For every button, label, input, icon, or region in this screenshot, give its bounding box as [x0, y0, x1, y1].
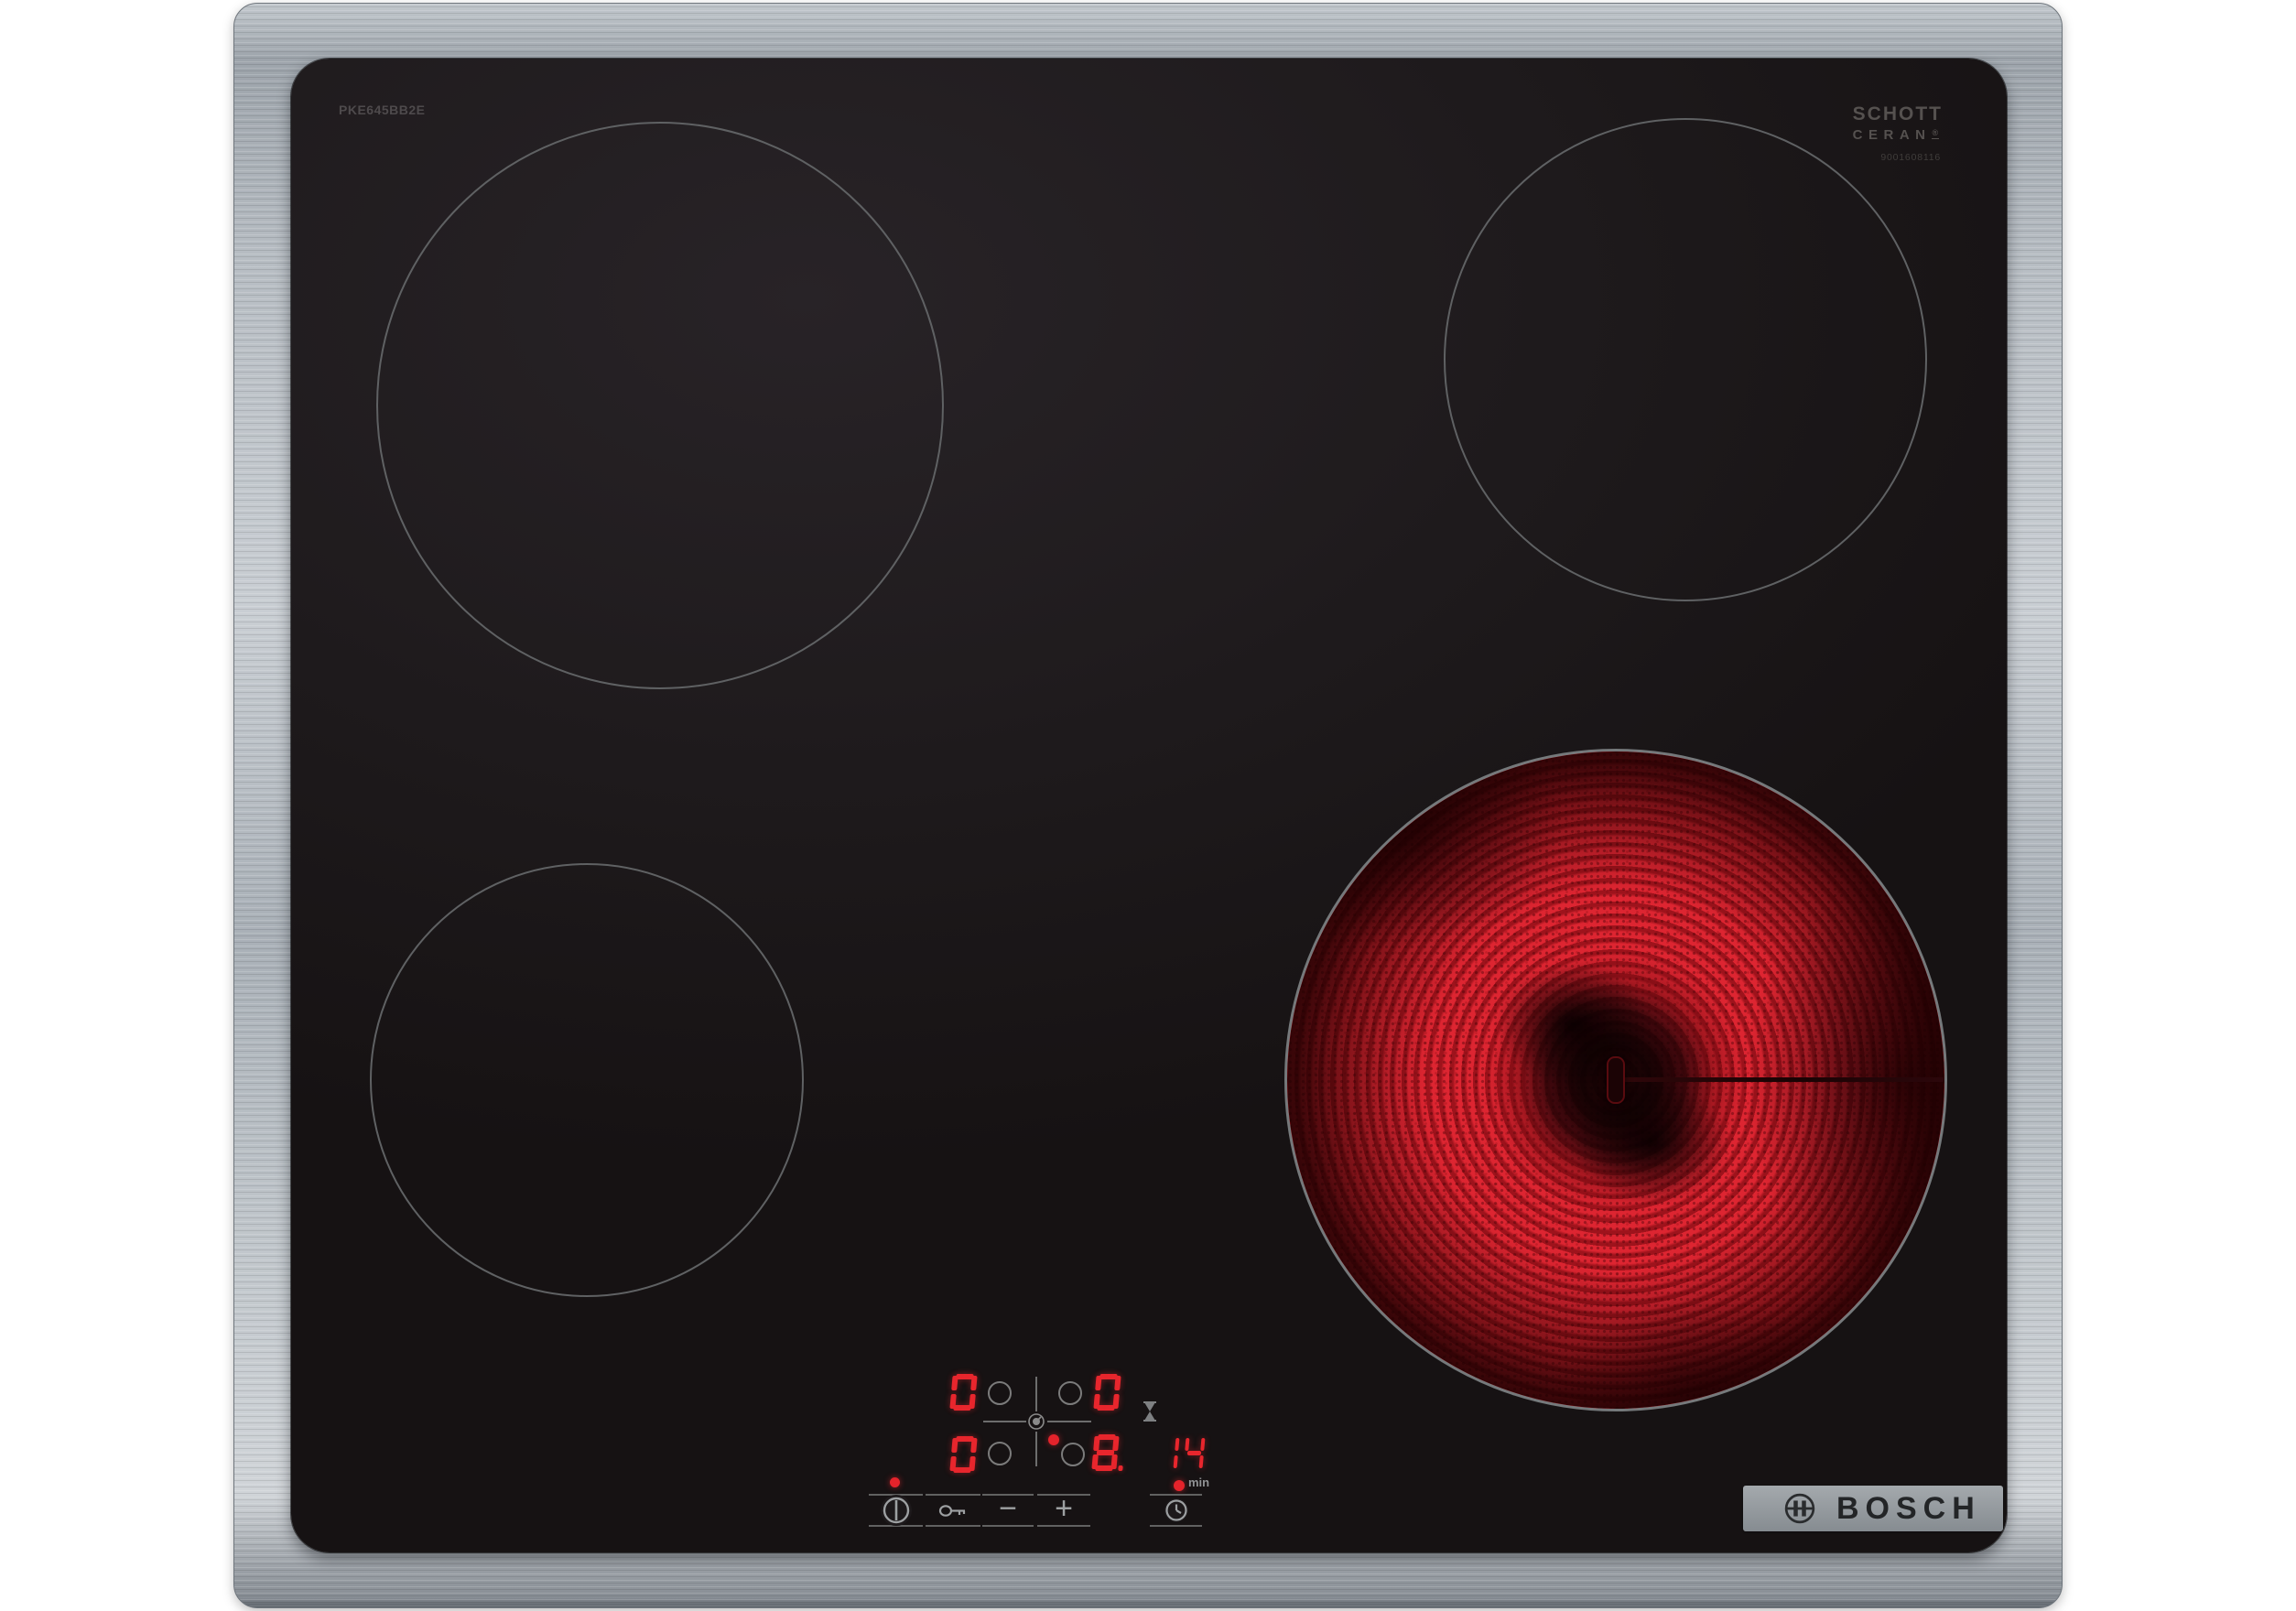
- model-number: PKE645BB2E: [339, 103, 426, 117]
- timer-unit-label: min: [1188, 1476, 1209, 1489]
- selector-cross-vline-bottom: [1035, 1432, 1037, 1466]
- timer-button[interactable]: [1150, 1494, 1202, 1527]
- hourglass-icon: [1143, 1401, 1157, 1422]
- display-zone-back-left: [951, 1374, 980, 1411]
- ceramic-glass: PKE645BB2E SCHOTT CERAN® 9001608116: [291, 59, 2007, 1552]
- product-photo: PKE645BB2E SCHOTT CERAN® 9001608116: [0, 0, 2296, 1611]
- selector-zone-back-left: [988, 1381, 1012, 1405]
- element-thermostat-probe: [1607, 1056, 1625, 1104]
- power-button[interactable]: [869, 1494, 923, 1527]
- selector-zone-front-left: [988, 1442, 1012, 1465]
- ceran-wordmark: CERAN®: [1853, 128, 1943, 142]
- display-timer: [1159, 1437, 1210, 1469]
- element-lead-wire: [1616, 1077, 1944, 1082]
- cooking-zone-front-right-active: [1284, 749, 1947, 1411]
- clock-icon: [1164, 1498, 1188, 1522]
- hob-frame: PKE645BB2E SCHOTT CERAN® 9001608116: [233, 3, 2063, 1608]
- selector-zone-front-right: [1061, 1443, 1085, 1466]
- power-icon: [881, 1495, 912, 1526]
- cooking-zone-front-left: [370, 863, 804, 1297]
- selector-zone-back-right: [1058, 1381, 1082, 1405]
- child-lock-button[interactable]: [926, 1494, 980, 1527]
- schott-wordmark: SCHOTT: [1853, 104, 1943, 124]
- minus-label: −: [999, 1493, 1017, 1524]
- plus-label: +: [1055, 1493, 1073, 1524]
- cooking-zone-back-right: [1444, 118, 1927, 601]
- registered-mark: ®: [1932, 128, 1940, 139]
- display-zone-front-left: [951, 1436, 980, 1473]
- selector-cross-hline-left: [983, 1421, 1026, 1422]
- selector-cross-hline-right: [1047, 1421, 1091, 1422]
- bosch-anchor-icon: [1783, 1492, 1816, 1525]
- selector-cross-vline-top: [1035, 1377, 1037, 1411]
- key-lock-icon: [938, 1503, 968, 1519]
- glass-serial-code: 9001608116: [1853, 153, 1943, 163]
- active-zone-led: [1048, 1434, 1059, 1445]
- brand-badge: BOSCH: [1743, 1486, 2003, 1531]
- power-led: [890, 1477, 900, 1487]
- bosch-wordmark: BOSCH: [1836, 1493, 1981, 1524]
- display-zone-back-right: [1095, 1374, 1124, 1411]
- timer-min-led: [1174, 1480, 1185, 1491]
- cooking-zone-back-left: [376, 122, 944, 689]
- decrease-button[interactable]: −: [982, 1494, 1034, 1527]
- display-zone-front-right: [1093, 1434, 1122, 1471]
- increase-button[interactable]: +: [1037, 1494, 1090, 1527]
- zone-selector-clock-icon: [1028, 1413, 1045, 1430]
- glass-brand-logo: SCHOTT CERAN® 9001608116: [1853, 104, 1943, 163]
